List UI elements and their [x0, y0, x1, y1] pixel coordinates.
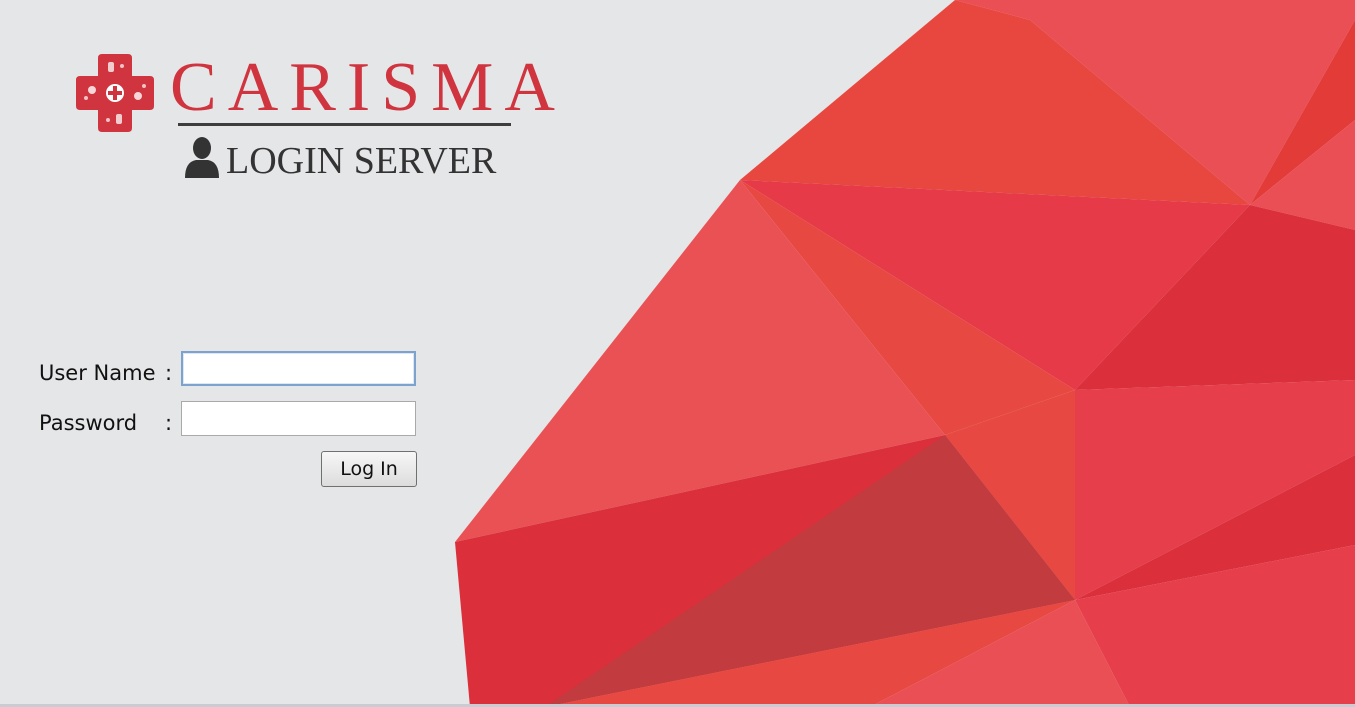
password-input[interactable]	[181, 401, 416, 436]
brand-name: CARISMA	[170, 49, 566, 126]
user-icon	[185, 137, 219, 178]
brand-divider	[178, 123, 511, 126]
password-label: Password	[39, 411, 138, 435]
username-input[interactable]	[181, 351, 416, 386]
username-label: User Name	[39, 361, 156, 385]
medical-cross-icon	[76, 54, 154, 132]
password-colon: :	[165, 411, 173, 435]
username-colon: :	[165, 361, 173, 385]
log-in-button[interactable]: Log In	[321, 451, 417, 487]
login-server-subtitle: LOGIN SERVER	[226, 140, 497, 182]
app-logo: CARISMA LOGIN SERVER	[70, 46, 555, 186]
